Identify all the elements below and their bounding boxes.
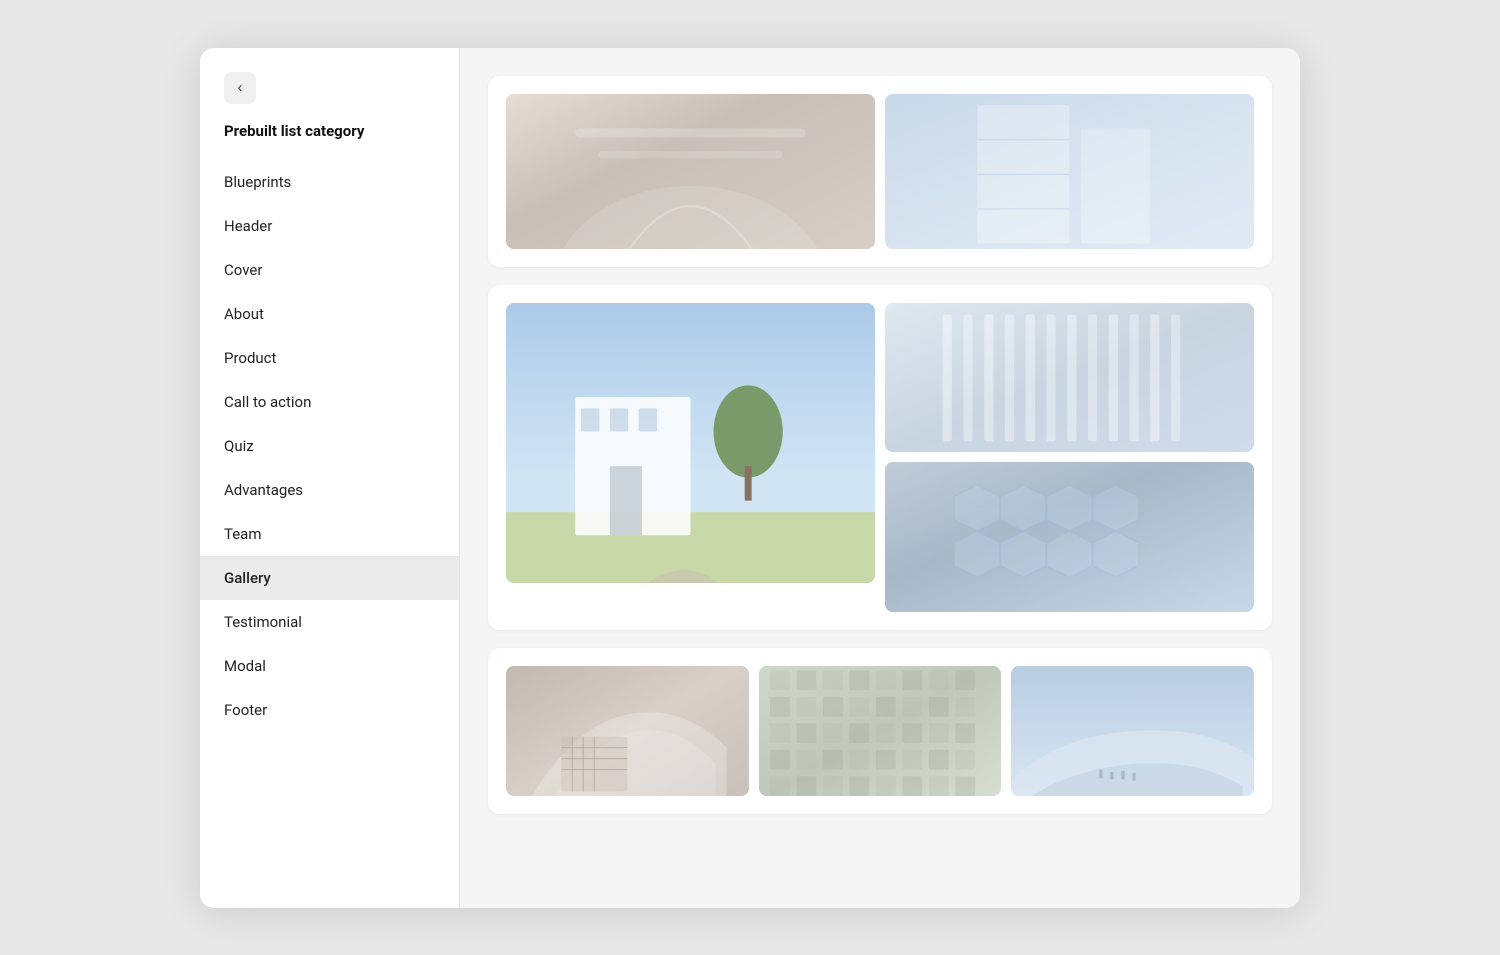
main-content — [460, 48, 1300, 908]
sidebar-item-quiz[interactable]: Quiz — [200, 424, 459, 468]
sidebar-item-gallery[interactable]: Gallery — [200, 556, 459, 600]
gallery-image-7[interactable] — [759, 666, 1002, 796]
gallery-card-1 — [488, 76, 1272, 267]
sidebar-item-testimonial[interactable]: Testimonial — [200, 600, 459, 644]
card-3-grid — [506, 666, 1254, 796]
sidebar: ‹ Prebuilt list category Blueprints Head… — [200, 48, 460, 908]
sidebar-item-team[interactable]: Team — [200, 512, 459, 556]
sidebar-nav: Blueprints Header Cover About Product Ca… — [200, 160, 459, 732]
gallery-image-6[interactable] — [506, 666, 749, 796]
gallery-image-3[interactable] — [506, 303, 875, 583]
sidebar-title: Prebuilt list category — [200, 122, 459, 140]
gallery-image-4[interactable] — [885, 303, 1254, 453]
sidebar-item-about[interactable]: About — [200, 292, 459, 336]
sidebar-item-footer[interactable]: Footer — [200, 688, 459, 732]
sidebar-item-cover[interactable]: Cover — [200, 248, 459, 292]
app-window: ‹ Prebuilt list category Blueprints Head… — [200, 48, 1300, 908]
card-2-right-stack — [885, 303, 1254, 613]
gallery-card-2 — [488, 285, 1272, 631]
sidebar-item-product[interactable]: Product — [200, 336, 459, 380]
gallery-image-2[interactable] — [885, 94, 1254, 249]
card-2-grid — [506, 303, 1254, 613]
card-1-grid — [506, 94, 1254, 249]
gallery-card-3 — [488, 648, 1272, 814]
sidebar-item-modal[interactable]: Modal — [200, 644, 459, 688]
sidebar-item-advantages[interactable]: Advantages — [200, 468, 459, 512]
sidebar-item-call-to-action[interactable]: Call to action — [200, 380, 459, 424]
sidebar-item-blueprints[interactable]: Blueprints — [200, 160, 459, 204]
back-button[interactable]: ‹ — [224, 72, 256, 104]
gallery-image-8[interactable] — [1011, 666, 1254, 796]
sidebar-item-header[interactable]: Header — [200, 204, 459, 248]
gallery-image-5[interactable] — [885, 462, 1254, 612]
gallery-image-1[interactable] — [506, 94, 875, 249]
